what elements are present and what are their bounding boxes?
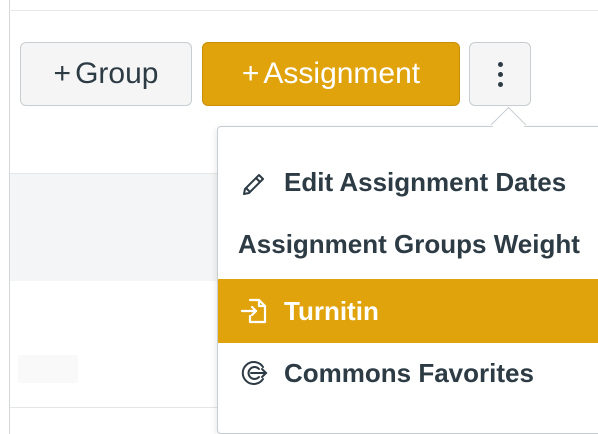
assignments-page: + Group + Assignment Edit Assignment Dat… <box>0 0 598 434</box>
plus-icon: + <box>53 57 72 90</box>
menu-item-label: Turnitin <box>284 295 379 326</box>
commons-icon <box>238 357 270 389</box>
kebab-vertical-icon <box>497 61 503 87</box>
menu-item-label: Edit Assignment Dates <box>284 166 567 197</box>
add-assignment-button[interactable]: + Assignment <box>202 42 460 106</box>
pencil-icon <box>238 166 270 198</box>
menu-item-edit-assignment-dates[interactable]: Edit Assignment Dates <box>218 152 598 212</box>
add-group-button[interactable]: + Group <box>20 42 192 106</box>
more-options-button[interactable] <box>469 42 531 106</box>
top-border <box>9 10 598 11</box>
plus-icon: + <box>241 57 260 90</box>
menu-item-label: Assignment Groups Weight <box>238 228 580 259</box>
assignment-row-background <box>10 281 220 408</box>
add-group-label: Group <box>75 57 159 90</box>
more-options-menu: Edit Assignment Dates Assignment Groups … <box>217 126 598 434</box>
add-assignment-label: Assignment <box>263 57 421 90</box>
menu-item-turnitin[interactable]: Turnitin <box>218 279 598 343</box>
menu-item-label: Commons Favorites <box>284 357 534 388</box>
external-tool-icon <box>238 295 270 327</box>
assignment-group-header-background <box>10 173 220 282</box>
menu-item-commons-favorites[interactable]: Commons Favorites <box>218 343 598 403</box>
obscured-row-content <box>18 355 78 383</box>
menu-item-assignment-groups-weight[interactable]: Assignment Groups Weight <box>218 214 598 274</box>
